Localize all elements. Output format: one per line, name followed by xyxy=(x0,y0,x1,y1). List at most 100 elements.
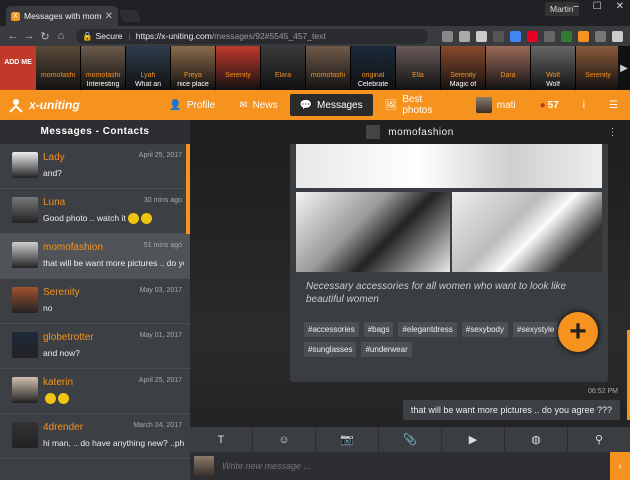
nav-best-photos[interactable]: 🖼 Best photos xyxy=(373,90,464,120)
location-button[interactable]: ⚲ xyxy=(568,427,630,452)
strip-profile-thumb[interactable]: Dara xyxy=(486,46,531,90)
text-format-button[interactable]: T xyxy=(190,427,253,452)
paperclip-icon: 📎 xyxy=(403,434,417,446)
contact-last-message: and now? xyxy=(43,348,184,358)
translate-icon[interactable] xyxy=(510,30,521,42)
message-input[interactable] xyxy=(222,461,610,471)
contact-item[interactable]: katerin April 25, 2017 xyxy=(0,369,190,414)
conversation-title[interactable]: momofashion xyxy=(388,127,454,138)
post-photo[interactable] xyxy=(452,192,602,272)
maximize-icon[interactable]: ☐ xyxy=(593,1,602,12)
strip-profile-thumb[interactable]: Ella xyxy=(396,46,441,90)
send-button[interactable]: › xyxy=(610,452,630,480)
contact-last-message: no xyxy=(43,303,184,313)
web-button[interactable]: ◍ xyxy=(505,427,568,452)
nav-info[interactable]: i xyxy=(571,90,597,120)
chat-icon: 💬 xyxy=(299,99,313,111)
extension-icon[interactable] xyxy=(544,30,555,42)
close-window-icon[interactable]: ✕ xyxy=(616,1,624,12)
strip-profile-thumb[interactable]: Serenity Magic of xyxy=(441,46,486,90)
zoom-icon[interactable] xyxy=(442,30,453,42)
shared-post-card[interactable]: Necessary accessories for all women who … xyxy=(290,144,608,382)
nav-menu[interactable]: ☰ xyxy=(597,90,630,120)
add-me-button[interactable]: ADD ME xyxy=(0,46,36,90)
nav-messages[interactable]: 💬 Messages xyxy=(289,94,373,116)
contact-time: April 25, 2017 xyxy=(138,152,182,159)
site-logo[interactable]: x-uniting xyxy=(0,90,157,120)
hashtag[interactable]: #sexybody xyxy=(461,322,508,337)
strip-profile-thumb[interactable]: Serenity xyxy=(576,46,621,90)
pinterest-icon[interactable] xyxy=(527,30,538,42)
attach-button[interactable]: 📎 xyxy=(379,427,442,452)
post-tags: #accessories #bags #elegantdress #sexybody #… xyxy=(304,322,564,357)
post-photo[interactable] xyxy=(296,192,450,272)
contact-item[interactable]: Lady and? April 25, 2017 xyxy=(0,144,190,189)
home-icon[interactable]: ⌂ xyxy=(54,30,68,42)
new-tab-button[interactable] xyxy=(118,10,142,22)
strip-profile-name: Lyah xyxy=(140,72,156,79)
video-button[interactable]: ▶ xyxy=(442,427,505,452)
forward-icon[interactable]: → xyxy=(22,30,36,42)
strip-profile-thumb[interactable]: Lyah What an xyxy=(126,46,171,90)
hashtag[interactable]: #elegantdress xyxy=(398,322,457,337)
strip-profile-thumb[interactable]: momofashi xyxy=(36,46,81,90)
hashtag[interactable]: #accessories xyxy=(304,322,359,337)
extension-icon[interactable] xyxy=(578,30,589,42)
browser-tab[interactable]: X Messages with momofas ✕ xyxy=(6,6,118,26)
smiley-icon: ☺ xyxy=(278,433,290,446)
menu-icon[interactable] xyxy=(612,30,623,42)
contact-item[interactable]: Luna Good photo .. watch it 30 mins ago xyxy=(0,189,190,234)
strip-profile-thumb[interactable]: original Celebrate xyxy=(351,46,396,90)
hashtag[interactable]: #sunglasses xyxy=(304,342,357,357)
post-photo[interactable] xyxy=(296,144,602,188)
chevron-right-icon[interactable]: ▶ xyxy=(618,46,630,90)
secure-label: Secure xyxy=(95,31,123,41)
strip-profile-thumb[interactable]: momofashi Interesting xyxy=(81,46,126,90)
nav-points[interactable]: ● 57 xyxy=(528,90,571,120)
emoji-button[interactable]: ☺ xyxy=(253,427,316,452)
avatar xyxy=(12,332,38,358)
camera-button[interactable]: 📷 xyxy=(316,427,379,452)
avatar[interactable] xyxy=(366,125,381,139)
strip-profile-thumb[interactable]: Serenity xyxy=(216,46,261,90)
emoji-icon xyxy=(127,213,139,225)
strip-profile-thumb[interactable]: Wolf Wolf xyxy=(531,46,576,90)
back-icon[interactable]: ← xyxy=(6,30,20,42)
hashtag[interactable]: #underwear xyxy=(361,342,412,357)
contact-message-text: and? xyxy=(43,168,62,178)
strip-profile-thumb[interactable]: momofashi xyxy=(306,46,351,90)
window-controls: – ☐ ✕ xyxy=(573,1,624,12)
contact-last-message: and? xyxy=(43,168,184,178)
key-icon[interactable] xyxy=(459,30,470,42)
contact-item[interactable]: globetrotter and now? May 01, 2017 xyxy=(0,324,190,369)
contact-item[interactable]: momofashion that will be want more pictur… xyxy=(0,234,190,279)
more-options-icon[interactable]: ⋮ xyxy=(608,127,619,138)
camera-icon: 📷 xyxy=(340,434,354,446)
minimize-icon[interactable]: – xyxy=(573,1,579,12)
nav-news-label: News xyxy=(252,99,278,111)
close-tab-icon[interactable]: ✕ xyxy=(105,11,113,22)
profile-strip: ADD ME momofashi momofashi Interesting Lyah… xyxy=(0,46,630,90)
tab-title: Messages with momofas xyxy=(24,11,102,21)
url-input[interactable]: 🔒 Secure | https://x-uniting.com /messag… xyxy=(76,28,428,44)
avatar xyxy=(12,377,38,403)
avatar xyxy=(12,197,38,223)
star-icon[interactable] xyxy=(476,30,487,42)
nav-user[interactable]: mati xyxy=(464,90,528,120)
nav-profile[interactable]: 👤 Profile xyxy=(157,90,227,120)
extension-icon[interactable] xyxy=(595,30,606,42)
reload-icon[interactable]: ↻ xyxy=(38,30,52,43)
nav-news[interactable]: ✉ News xyxy=(227,90,289,120)
money-bag-icon: ● xyxy=(539,99,546,111)
strip-profile-name: Ella xyxy=(412,72,424,79)
contact-item[interactable]: Serenity no May 03, 2017 xyxy=(0,279,190,324)
contact-item[interactable]: 4drender hi man, .. do have anything new?… xyxy=(0,414,190,459)
extension-icon[interactable] xyxy=(493,30,504,42)
hashtag[interactable]: #bags xyxy=(363,322,394,337)
strip-profile-thumb[interactable]: Freya nice place xyxy=(171,46,216,90)
add-button[interactable]: + xyxy=(558,312,598,352)
extension-icon[interactable] xyxy=(561,30,572,42)
contact-time: May 01, 2017 xyxy=(139,332,182,339)
strip-profile-thumb[interactable]: Elara xyxy=(261,46,306,90)
hashtag[interactable]: #sexystyle xyxy=(513,322,559,337)
